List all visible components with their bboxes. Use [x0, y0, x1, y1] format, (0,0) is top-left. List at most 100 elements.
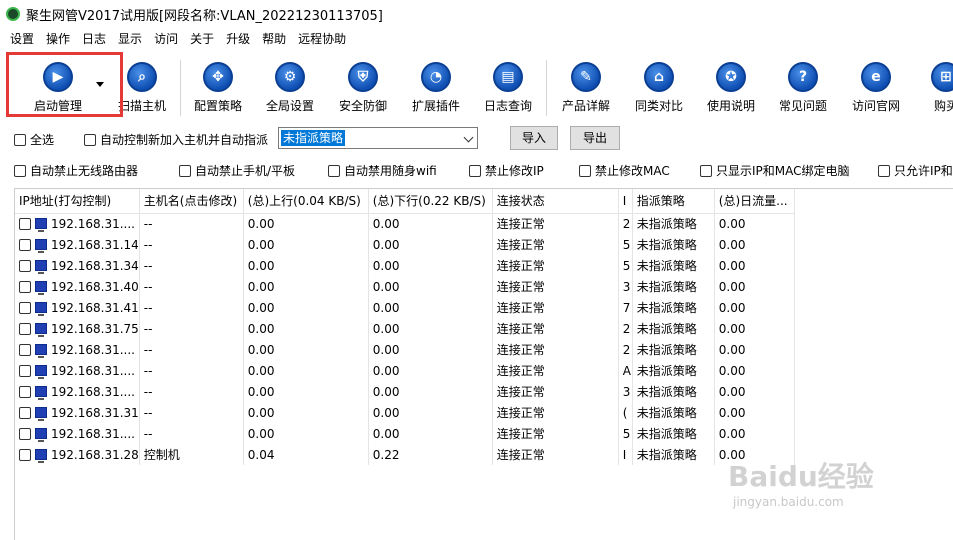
computer-icon — [35, 302, 47, 316]
option-checkbox[interactable]: 自动禁用随身wifi — [328, 162, 437, 179]
toolbar-button[interactable]: ⚙ 全局设置 — [254, 62, 326, 118]
toolbar-button[interactable]: ✎ 产品详解 — [550, 62, 622, 118]
option-checkbox[interactable]: 禁止修改IP — [469, 162, 544, 179]
table-row[interactable]: 192.168.31.... -- 0.00 0.00 连接正常 5 未指派策略 0.00 — [15, 423, 795, 444]
column-header[interactable]: (总)日流量... — [714, 189, 795, 214]
table-row[interactable]: 192.168.31.34 -- 0.00 0.00 连接正常 5 未指派策略 0.00 — [15, 255, 795, 276]
menu-item[interactable]: 关于 — [184, 30, 220, 47]
column-header[interactable]: 主机名(点击修改) — [139, 189, 244, 214]
option-checkbox[interactable]: 禁止修改MAC — [579, 162, 670, 179]
option-checkbox[interactable]: 自动禁止无线路由器 — [14, 162, 138, 179]
toolbar-button[interactable]: ⛨ 安全防御 — [327, 62, 399, 118]
menu-item[interactable]: 升级 — [220, 30, 256, 47]
menu-item[interactable]: 显示 — [112, 30, 148, 47]
menu-bar: 设置 操作 日志 显示 访问 关于 升级 帮助 远程协助 — [0, 28, 953, 48]
import-button[interactable]: 导入 — [510, 126, 558, 150]
table-row[interactable]: 192.168.31.14 -- 0.00 0.00 连接正常 5 未指派策略 0.00 — [15, 234, 795, 255]
column-header[interactable]: (总)上行(0.04 KB/S) — [243, 189, 369, 214]
checkbox-icon — [84, 133, 96, 146]
table-cell: 连接正常 — [492, 444, 619, 465]
auto-control-checkbox[interactable]: 自动控制新加入主机并自动指派 — [84, 131, 268, 148]
toolbar-button[interactable]: ▤ 日志查询 — [472, 62, 544, 118]
row-checkbox[interactable] — [19, 217, 31, 230]
menu-item[interactable]: 帮助 — [256, 30, 292, 47]
computer-icon — [35, 239, 47, 253]
table-row[interactable]: 192.168.31.28 控制机 0.04 0.22 连接正常 I 未指派策略 0.00 — [15, 444, 795, 465]
log-icon: ▤ — [493, 62, 523, 92]
toolbar-button[interactable]: ✪ 使用说明 — [695, 62, 767, 118]
table-cell: 0.00 — [368, 360, 493, 381]
toolbar-button[interactable]: ⌂ 同类对比 — [623, 62, 695, 118]
table-cell: -- — [139, 360, 244, 381]
table-cell: -- — [139, 423, 244, 444]
table-row[interactable]: 192.168.31.... -- 0.00 0.00 连接正常 2 未指派策略 0.00 — [15, 339, 795, 360]
ip-cell: 192.168.31.75 — [15, 318, 140, 339]
row-checkbox[interactable] — [19, 427, 31, 440]
menu-item[interactable]: 远程协助 — [292, 30, 352, 47]
table-cell: 0.04 — [243, 444, 369, 465]
table-cell: 3 — [618, 381, 633, 402]
table-row[interactable]: 192.168.31.... -- 0.00 0.00 连接正常 2 未指派策略 0.00 — [15, 213, 795, 234]
table-row[interactable]: 192.168.31.31 -- 0.00 0.00 连接正常(未指派策略 0.00 — [15, 402, 795, 423]
ip-cell: 192.168.31.28 — [15, 444, 140, 465]
table-cell: 连接正常 — [492, 318, 619, 339]
menu-item[interactable]: 日志 — [76, 30, 112, 47]
select-all-label: 全选 — [30, 133, 55, 147]
table-row[interactable]: 192.168.31.... -- 0.00 0.00 连接正常 A 未指派策略 0.00 — [15, 360, 795, 381]
table-row[interactable]: 192.168.31.41 -- 0.00 0.00 连接正常 7 未指派策略 0.00 — [15, 297, 795, 318]
row-checkbox[interactable] — [19, 280, 31, 293]
toolbar-button[interactable]: ◔ 扩展插件 — [400, 62, 472, 118]
table-cell: 连接正常 — [492, 234, 619, 255]
column-header[interactable]: 指派策略 — [632, 189, 715, 214]
option-checkbox[interactable]: 只显示IP和MAC绑定电脑 — [700, 162, 850, 179]
toolbar-button[interactable]: ⊞ 购买 — [910, 62, 953, 118]
column-header[interactable]: 连接状态 — [492, 189, 619, 214]
computer-icon — [35, 407, 47, 421]
table-row[interactable]: 192.168.31.75 -- 0.00 0.00 连接正常 2 未指派策略 0.00 — [15, 318, 795, 339]
table-cell: 0.00 — [714, 255, 795, 276]
menu-item[interactable]: 设置 — [4, 30, 40, 47]
option-checkbox[interactable]: 只允许IP和 — [878, 162, 953, 179]
table-row[interactable]: 192.168.31.40 -- 0.00 0.00 连接正常 3 未指派策略 0.00 — [15, 276, 795, 297]
row-checkbox[interactable] — [19, 406, 31, 419]
table-cell: 0.00 — [243, 276, 369, 297]
table-cell: 0.00 — [368, 255, 493, 276]
toolbar-button[interactable]: ✥ 配置策略 — [182, 62, 254, 118]
row-checkbox[interactable] — [19, 385, 31, 398]
policy-select[interactable]: 未指派策略 — [278, 127, 478, 149]
row-checkbox[interactable] — [19, 322, 31, 335]
toolbar-button-label: 购买 — [933, 99, 953, 113]
table-cell: 0.00 — [368, 423, 493, 444]
table-cell: 连接正常 — [492, 423, 619, 444]
graduation-icon: ⌂ — [644, 62, 674, 92]
ip-address: 192.168.31.... — [51, 384, 135, 399]
toolbar-separator — [180, 60, 181, 116]
table-cell: 未指派策略 — [632, 255, 715, 276]
row-checkbox[interactable] — [19, 259, 31, 272]
options-row: 自动禁止无线路由器 自动禁止手机/平板 自动禁用随身wifi 禁止修改IP 禁止修改MA… — [0, 160, 953, 180]
table-row[interactable]: 192.168.31.... -- 0.00 0.00 连接正常 3 未指派策略 0.00 — [15, 381, 795, 402]
ip-cell-content: 192.168.31.... — [19, 343, 138, 358]
ip-cell: 192.168.31.34 — [15, 255, 140, 276]
row-checkbox[interactable] — [19, 238, 31, 251]
table-cell: 0.00 — [243, 255, 369, 276]
toolbar-button[interactable]: e 访问官网 — [840, 62, 912, 118]
export-button[interactable]: 导出 — [570, 126, 620, 150]
column-header[interactable]: IP地址(打勾控制) — [15, 189, 140, 214]
select-all-checkbox[interactable]: 全选 — [14, 131, 54, 148]
row-checkbox[interactable] — [19, 448, 31, 461]
menu-item[interactable]: 操作 — [40, 30, 76, 47]
column-header[interactable]: I — [618, 189, 633, 214]
option-checkbox[interactable]: 自动禁止手机/平板 — [179, 162, 295, 179]
row-checkbox[interactable] — [19, 364, 31, 377]
table-cell: -- — [139, 339, 244, 360]
ip-address: 192.168.31.28 — [51, 447, 139, 462]
row-checkbox[interactable] — [19, 343, 31, 356]
column-header[interactable]: (总)下行(0.22 KB/S) — [368, 189, 493, 214]
row-checkbox[interactable] — [19, 301, 31, 314]
table-cell: 未指派策略 — [632, 423, 715, 444]
table-cell: 未指派策略 — [632, 444, 715, 465]
toolbar-button[interactable]: ? 常见问题 — [767, 62, 839, 118]
pie-icon: ◔ — [421, 62, 451, 92]
menu-item[interactable]: 访问 — [148, 30, 184, 47]
